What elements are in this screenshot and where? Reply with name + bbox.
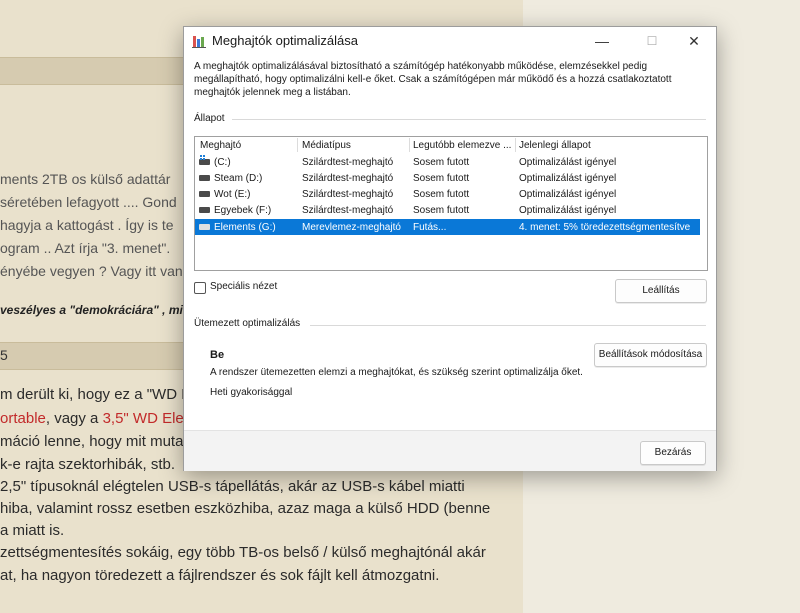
optimize-drives-dialog: Meghajtók optimalizálása — ☐ ✕ A meghajt… — [183, 26, 717, 471]
last-analyzed: Sosem futott — [413, 157, 470, 168]
schedule-status: Be — [210, 349, 225, 361]
drive-icon — [199, 224, 210, 230]
column-header-status[interactable]: Jelenlegi állapot — [519, 140, 591, 151]
drive-name: (C:) — [214, 157, 231, 168]
column-divider[interactable] — [297, 138, 298, 152]
column-divider[interactable] — [409, 138, 410, 152]
current-status: Optimalizálást igényel — [519, 173, 617, 184]
forum-link[interactable]: 3,5" WD Elen — [103, 410, 193, 427]
status-section-label: Állapot — [194, 113, 225, 124]
column-header-drive[interactable]: Meghajtó — [200, 140, 241, 151]
forum-text-line: at, ha nagyon töredezett a fájlrendszer … — [0, 567, 440, 584]
minimize-icon[interactable]: — — [580, 27, 624, 55]
dialog-description: A meghajtók optimalizálásával biztosítha… — [194, 61, 672, 98]
table-row[interactable]: Steam (D:) Szilárdtest-meghajtó Sosem fu… — [195, 170, 700, 186]
last-analyzed: Sosem futott — [413, 205, 470, 216]
close-button[interactable]: Bezárás — [640, 441, 706, 465]
close-icon[interactable]: ✕ — [672, 27, 716, 55]
dialog-footer — [184, 430, 716, 471]
forum-text-line: hiba, valamint rossz esetben eszközhiba,… — [0, 500, 491, 517]
forum-text-line: m derült ki, hogy ez a "WD E — [0, 386, 192, 403]
table-row[interactable]: (C:) Szilárdtest-meghajtó Sosem futott O… — [195, 154, 700, 170]
media-type: Szilárdtest-meghajtó — [302, 205, 394, 216]
current-status: Optimalizálást igényel — [519, 189, 617, 200]
post-number: 5 — [0, 347, 8, 363]
maximize-icon: ☐ — [646, 34, 658, 48]
forum-text-line: 2,5" típusoknál elégtelen USB-s tápellát… — [0, 478, 465, 495]
stop-button[interactable]: Leállítás — [615, 279, 707, 303]
column-divider[interactable] — [515, 138, 516, 152]
defrag-app-icon — [192, 36, 206, 48]
forum-text-line: máció lenne, hogy mit muta — [0, 433, 184, 450]
advanced-view-label[interactable]: Speciális nézet — [210, 281, 277, 292]
drive-icon — [199, 207, 210, 213]
column-header-media[interactable]: Médiatípus — [302, 140, 351, 151]
column-header-last-analyzed[interactable]: Legutóbb elemezve ... — [413, 140, 511, 151]
title-bar[interactable]: Meghajtók optimalizálása — ☐ ✕ — [184, 27, 716, 55]
system-drive-icon — [199, 155, 210, 165]
forum-text-line: ments 2TB os külső adattár — [0, 171, 171, 187]
forum-text-line: ogram .. Azt írja "3. menet". — [0, 240, 171, 256]
media-type: Szilárdtest-meghajtó — [302, 173, 394, 184]
scheduled-section-label: Ütemezett optimalizálás — [194, 318, 301, 329]
table-row[interactable]: Egyebek (F:) Szilárdtest-meghajtó Sosem … — [195, 202, 700, 218]
last-analyzed: Futás... — [413, 222, 447, 233]
table-row[interactable]: Wot (E:) Szilárdtest-meghajtó Sosem futo… — [195, 186, 700, 202]
media-type: Szilárdtest-meghajtó — [302, 189, 394, 200]
table-row-selected[interactable]: Elements (G:) Merevlemez-meghajtó Futás.… — [195, 219, 700, 235]
drive-list[interactable]: Meghajtó Médiatípus Legutóbb elemezve ..… — [194, 136, 708, 271]
current-status: Optimalizálást igényel — [519, 157, 617, 168]
schedule-frequency: Heti gyakorisággal — [210, 387, 293, 398]
section-divider — [232, 119, 706, 120]
forum-text-line: ényébe vegyen ? Vagy itt van — [0, 263, 183, 279]
change-settings-button[interactable]: Beállítások módosítása — [594, 343, 707, 367]
drive-name: Egyebek (F:) — [214, 205, 272, 216]
section-divider — [310, 325, 706, 326]
current-status: 4. menet: 5% töredezettségmentesítve — [519, 222, 691, 233]
current-status: Optimalizálást igényel — [519, 205, 617, 216]
drive-name: Wot (E:) — [214, 189, 251, 200]
media-type: Szilárdtest-meghajtó — [302, 157, 394, 168]
drive-name: Elements (G:) — [214, 222, 276, 233]
schedule-description: A rendszer ütemezetten elemzi a meghajtó… — [210, 367, 583, 378]
list-header: Meghajtó Médiatípus Legutóbb elemezve ..… — [195, 137, 707, 153]
forum-text-line: séretében lefagyott .... Gond — [0, 194, 177, 210]
forum-link[interactable]: ortable — [0, 410, 46, 427]
drive-name: Steam (D:) — [214, 173, 263, 184]
last-analyzed: Sosem futott — [413, 173, 470, 184]
drive-icon — [199, 175, 210, 181]
forum-text-line: a miatt is. — [0, 522, 65, 539]
forum-text-line: ortable, vagy a 3,5" WD Elen — [0, 410, 193, 427]
forum-text-line: k-e rajta szektorhibák, stb. — [0, 456, 176, 473]
advanced-view-checkbox[interactable] — [194, 282, 206, 294]
forum-text-line: hagyja a kattogást . Így is te — [0, 217, 174, 233]
media-type: Merevlemez-meghajtó — [302, 222, 401, 233]
drive-icon — [199, 191, 210, 197]
forum-signature: veszélyes a "demokráciára" , min — [0, 303, 191, 317]
dialog-title: Meghajtók optimalizálása — [212, 33, 358, 48]
forum-text-line: zettségmentesítés sokáig, egy több TB-os… — [0, 544, 486, 561]
last-analyzed: Sosem futott — [413, 189, 470, 200]
